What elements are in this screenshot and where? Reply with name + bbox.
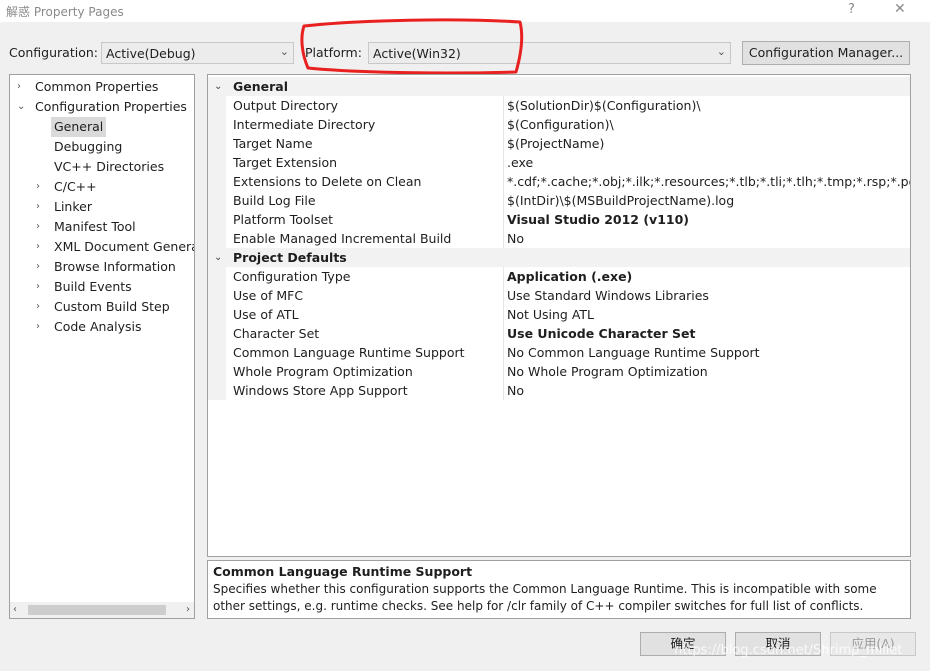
tree-item-linker[interactable]: › Linker	[36, 197, 92, 217]
tree-item-build-events[interactable]: › Build Events	[36, 277, 132, 297]
description-title: Common Language Runtime Support	[213, 564, 473, 579]
scroll-left-icon[interactable]: ‹	[13, 602, 17, 618]
tree-item-code-analysis[interactable]: › Code Analysis	[36, 317, 141, 337]
property-row[interactable]: Character Set Use Unicode Character Set	[208, 324, 910, 343]
tree-horizontal-scrollbar[interactable]: ‹ ›	[10, 602, 194, 618]
chevron-right-icon[interactable]: ›	[36, 297, 40, 317]
tree-item-general[interactable]: General	[51, 117, 107, 137]
property-row[interactable]: Use of ATL Not Using ATL	[208, 305, 910, 324]
scrollbar-thumb[interactable]	[28, 605, 166, 615]
collapse-icon[interactable]: ⌄	[214, 248, 222, 267]
property-row[interactable]: Whole Program Optimization No Whole Progr…	[208, 362, 910, 381]
property-row[interactable]: Target Extension .exe	[208, 153, 910, 172]
chevron-right-icon[interactable]: ›	[36, 197, 40, 217]
property-row[interactable]: Configuration Type Application (.exe)	[208, 267, 910, 286]
tree-item-manifest-tool[interactable]: › Manifest Tool	[36, 217, 136, 237]
configuration-label: Configuration:	[9, 45, 98, 60]
chevron-right-icon[interactable]: ›	[36, 317, 40, 337]
tree-item-debugging[interactable]: Debugging	[54, 137, 122, 157]
property-row[interactable]: Use of MFC Use Standard Windows Libraries	[208, 286, 910, 305]
window-title: 解惑 Property Pages	[6, 5, 124, 19]
property-row[interactable]: Target Name $(ProjectName)	[208, 134, 910, 153]
description-panel: Common Language Runtime Support Specifie…	[207, 560, 911, 619]
category-general[interactable]: ⌄ General	[208, 77, 910, 96]
tree-item-c-cpp[interactable]: › C/C++	[36, 177, 97, 197]
chevron-right-icon[interactable]: ›	[36, 217, 40, 237]
chevron-right-icon[interactable]: ›	[36, 237, 40, 257]
annotation-highlight	[300, 18, 524, 75]
configuration-value: Active(Debug)	[106, 46, 196, 61]
help-button[interactable]: ?	[848, 2, 855, 17]
chevron-right-icon[interactable]: ›	[36, 257, 40, 277]
property-row[interactable]: Enable Managed Incremental Build No	[208, 229, 910, 248]
chevron-right-icon[interactable]: ›	[17, 77, 21, 97]
property-grid[interactable]: ⌄ General Output Directory $(SolutionDir)…	[207, 74, 911, 557]
tree-item-custom-build-step[interactable]: › Custom Build Step	[36, 297, 170, 317]
chevron-down-icon: ⌄	[279, 45, 289, 58]
watermark: https://blog.csdn.net/Shrimp_millet	[674, 643, 903, 658]
property-row[interactable]: Build Log File $(IntDir)\$(MSBuildProject…	[208, 191, 910, 210]
property-row[interactable]: Extensions to Delete on Clean *.cdf;*.cac…	[208, 172, 910, 191]
tree-item-configuration-properties[interactable]: ⌄ Configuration Properties	[17, 97, 187, 117]
tree-item-vc-directories[interactable]: VC++ Directories	[54, 157, 164, 177]
category-project-defaults[interactable]: ⌄ Project Defaults	[208, 248, 910, 267]
tree-item-xml-document-generator[interactable]: › XML Document Generat	[36, 237, 194, 257]
chevron-right-icon[interactable]: ›	[36, 177, 40, 197]
property-row[interactable]: Output Directory $(SolutionDir)$(Configur…	[208, 96, 910, 115]
collapse-icon[interactable]: ⌄	[214, 77, 222, 96]
chevron-down-icon[interactable]: ⌄	[17, 97, 25, 117]
chevron-right-icon[interactable]: ›	[36, 277, 40, 297]
close-button[interactable]: ✕	[894, 1, 906, 17]
scroll-right-icon[interactable]: ›	[186, 602, 190, 618]
chevron-down-icon: ⌄	[716, 45, 726, 58]
property-row[interactable]: Windows Store App Support No	[208, 381, 910, 400]
property-row[interactable]: Intermediate Directory $(Configuration)\	[208, 115, 910, 134]
configuration-manager-button[interactable]: Configuration Manager...	[742, 41, 910, 65]
property-row[interactable]: Platform Toolset Visual Studio 2012 (v110…	[208, 210, 910, 229]
property-row[interactable]: Common Language Runtime Support No Common…	[208, 343, 910, 362]
configuration-dropdown[interactable]: Active(Debug) ⌄	[101, 42, 294, 64]
category-tree[interactable]: › Common Properties ⌄ Configuration Prop…	[9, 74, 195, 619]
tree-item-browse-information[interactable]: › Browse Information	[36, 257, 176, 277]
tree-item-common-properties[interactable]: › Common Properties	[17, 77, 158, 97]
description-text: Specifies whether this configuration sup…	[213, 582, 877, 613]
